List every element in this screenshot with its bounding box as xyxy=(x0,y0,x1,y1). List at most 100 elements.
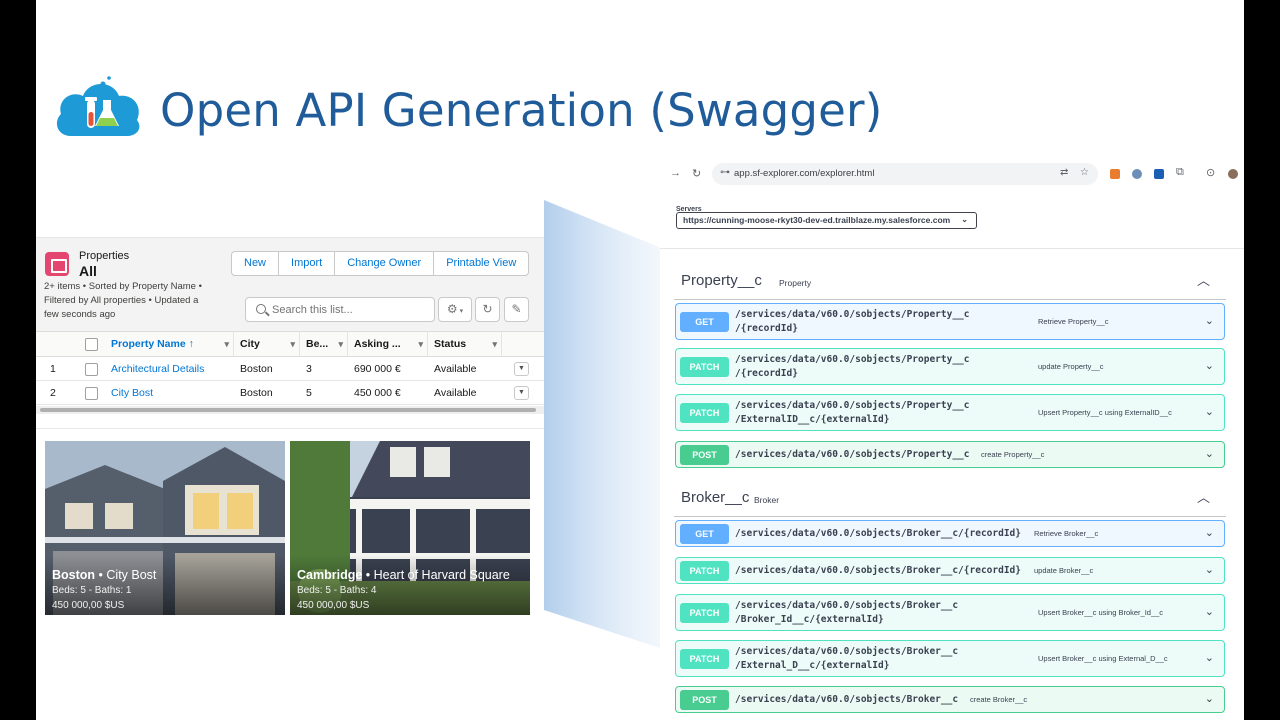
tag-description: Property xyxy=(779,278,812,288)
scrollbar-thumb[interactable] xyxy=(40,408,536,412)
extensions-puzzle-icon[interactable]: ⧉ xyxy=(1176,166,1184,179)
row-number: 2 xyxy=(50,387,56,399)
operation-summary: Upsert Property__c using ExternalID__c xyxy=(1038,408,1172,417)
select-all-checkbox[interactable] xyxy=(85,338,98,351)
chevron-down-icon[interactable]: ⌄ xyxy=(1205,651,1214,664)
site-info-icon[interactable]: ⊶ xyxy=(720,167,730,178)
operation-summary: create Property__c xyxy=(981,450,1045,459)
row-checkbox[interactable] xyxy=(85,363,98,376)
asking-price-cell: 690 000 € xyxy=(354,363,401,375)
forward-icon[interactable]: → xyxy=(670,167,681,179)
operation-upsert-property[interactable]: PATCH /services/data/v60.0/sobjects/Prop… xyxy=(675,394,1225,431)
chevron-down-icon[interactable]: ⌄ xyxy=(1205,563,1214,576)
chevron-down-icon[interactable]: ▾ xyxy=(290,332,295,356)
chevron-up-icon[interactable]: ︿ xyxy=(1197,270,1210,289)
method-badge: GET xyxy=(680,312,729,332)
row-action-menu-button[interactable]: ▼ xyxy=(514,362,529,376)
column-header-beds[interactable]: Be... ▾ xyxy=(300,332,348,356)
property-name-link[interactable]: Architectural Details xyxy=(104,357,234,380)
salesforce-list-view: Properties All 2+ items • Sorted by Prop… xyxy=(36,237,544,417)
method-badge: PATCH xyxy=(680,403,729,423)
operation-post-property[interactable]: POST /services/data/v60.0/sobjects/Prope… xyxy=(675,441,1225,468)
column-header-asking-price[interactable]: Asking ... ▾ xyxy=(348,332,428,356)
row-actions-cell: ▼ xyxy=(502,381,544,404)
slide-title: Open API Generation (Swagger) xyxy=(160,84,883,137)
chevron-down-icon[interactable]: ▾ xyxy=(338,332,343,356)
method-badge: POST xyxy=(680,690,729,710)
operation-upsert-broker-external[interactable]: PATCH /services/data/v60.0/sobjects/Brok… xyxy=(675,640,1225,677)
operation-upsert-broker-id[interactable]: PATCH /services/data/v60.0/sobjects/Brok… xyxy=(675,594,1225,631)
actions-header xyxy=(502,332,544,356)
address-bar[interactable]: ⊶ app.sf-explorer.com/explorer.html ⇄ ☆ xyxy=(712,163,1098,185)
list-summary-line: Filtered by All properties • Updated a xyxy=(44,295,199,306)
column-header-status[interactable]: Status ▾ xyxy=(428,332,502,356)
swagger-browser-window: → ↻ ⊶ app.sf-explorer.com/explorer.html … xyxy=(660,158,1244,720)
method-badge: POST xyxy=(680,445,729,465)
edit-list-button[interactable]: ✎ xyxy=(504,297,529,322)
operation-patch-broker[interactable]: PATCH /services/data/v60.0/sobjects/Brok… xyxy=(675,557,1225,584)
property-name-link[interactable]: City Bost xyxy=(104,381,234,404)
column-header-city[interactable]: City ▾ xyxy=(234,332,300,356)
operation-summary: Upsert Broker__c using External_D__c xyxy=(1038,654,1168,663)
list-view-name[interactable]: All xyxy=(79,263,97,279)
operation-post-broker[interactable]: POST /services/data/v60.0/sobjects/Broke… xyxy=(675,686,1225,713)
chevron-down-icon[interactable]: ⌄ xyxy=(1205,314,1214,327)
chevron-down-icon[interactable]: ⌄ xyxy=(1205,405,1214,418)
property-cards: Boston • City Bost Beds: 5 - Baths: 1 45… xyxy=(36,428,544,618)
chevron-down-icon[interactable]: ▾ xyxy=(224,332,229,356)
new-button[interactable]: New xyxy=(232,252,280,275)
tag-property[interactable]: Property__c Property ︿ xyxy=(674,264,1226,300)
list-settings-button[interactable]: ⚙ ▾ xyxy=(438,297,472,322)
refresh-icon: ↻ xyxy=(482,302,493,316)
chevron-down-icon[interactable]: ⌄ xyxy=(1205,526,1214,539)
action-button-group: New Import Change Owner Printable View xyxy=(231,251,530,276)
chevron-up-icon[interactable]: ︿ xyxy=(1197,487,1210,506)
asking-price-cell: 450 000 € xyxy=(354,387,401,399)
operation-path: /services/data/v60.0/sobjects/Property__… xyxy=(735,449,970,460)
tag-description: Broker xyxy=(754,495,780,505)
horizontal-scrollbar[interactable] xyxy=(36,406,544,414)
chevron-down-icon[interactable]: ⌄ xyxy=(1205,605,1214,618)
city-cell: Boston xyxy=(240,387,273,399)
chevron-down-icon[interactable]: ▾ xyxy=(418,332,423,356)
operation-path: /services/data/v60.0/sobjects/Broker__c/… xyxy=(735,600,959,625)
change-owner-button[interactable]: Change Owner xyxy=(335,252,435,275)
search-input[interactable]: Search this list... xyxy=(245,297,435,322)
operation-path: /services/data/v60.0/sobjects/Property__… xyxy=(735,400,970,425)
table-header-row: Property Name ↑ ▾ City ▾ Be... ▾ Asking ..… xyxy=(36,332,544,357)
property-card[interactable]: Boston • City Bost Beds: 5 - Baths: 1 45… xyxy=(45,441,285,615)
translate-icon[interactable]: ⇄ xyxy=(1060,167,1068,178)
chevron-down-icon[interactable]: ▾ xyxy=(492,332,497,356)
operation-patch-property[interactable]: PATCH /services/data/v60.0/sobjects/Prop… xyxy=(675,348,1225,385)
tab-search-icon[interactable]: ⊙ xyxy=(1206,166,1215,179)
operation-path: /services/data/v60.0/sobjects/Property__… xyxy=(735,309,970,334)
printable-view-button[interactable]: Printable View xyxy=(434,252,528,275)
extension-icon[interactable] xyxy=(1132,169,1142,179)
profile-avatar[interactable] xyxy=(1228,169,1238,179)
tag-broker[interactable]: Broker__c Broker ︿ xyxy=(674,481,1226,517)
reload-icon[interactable]: ↻ xyxy=(692,167,701,180)
card-name: City Bost xyxy=(106,568,157,582)
column-header-property-name[interactable]: Property Name ↑ ▾ xyxy=(104,332,234,356)
server-select[interactable]: https://cunning-moose-rkyt30-dev-ed.trai… xyxy=(676,212,977,229)
card-city: Boston xyxy=(52,568,96,582)
chevron-down-icon[interactable]: ⌄ xyxy=(1205,359,1214,372)
card-price: 450 000,00 $US xyxy=(297,600,370,611)
method-badge: PATCH xyxy=(680,603,729,623)
chevron-down-icon[interactable]: ⌄ xyxy=(1205,692,1214,705)
operation-get-property[interactable]: GET /services/data/v60.0/sobjects/Proper… xyxy=(675,303,1225,340)
refresh-button[interactable]: ↻ xyxy=(475,297,500,322)
property-card[interactable]: Cambridge • Heart of Harvard Square Beds… xyxy=(290,441,530,615)
search-icon xyxy=(256,304,266,314)
operation-get-broker[interactable]: GET /services/data/v60.0/sobjects/Broker… xyxy=(675,520,1225,547)
row-checkbox[interactable] xyxy=(85,387,98,400)
extension-icon[interactable] xyxy=(1110,169,1120,179)
extension-icon[interactable] xyxy=(1154,169,1164,179)
import-button[interactable]: Import xyxy=(279,252,336,275)
chevron-down-icon[interactable]: ⌄ xyxy=(1205,447,1214,460)
column-label: Be... xyxy=(306,338,329,350)
operation-summary: update Property__c xyxy=(1038,362,1104,371)
row-action-menu-button[interactable]: ▼ xyxy=(514,386,529,400)
bookmark-star-icon[interactable]: ☆ xyxy=(1080,167,1089,178)
card-title: Cambridge • Heart of Harvard Square xyxy=(297,568,510,582)
